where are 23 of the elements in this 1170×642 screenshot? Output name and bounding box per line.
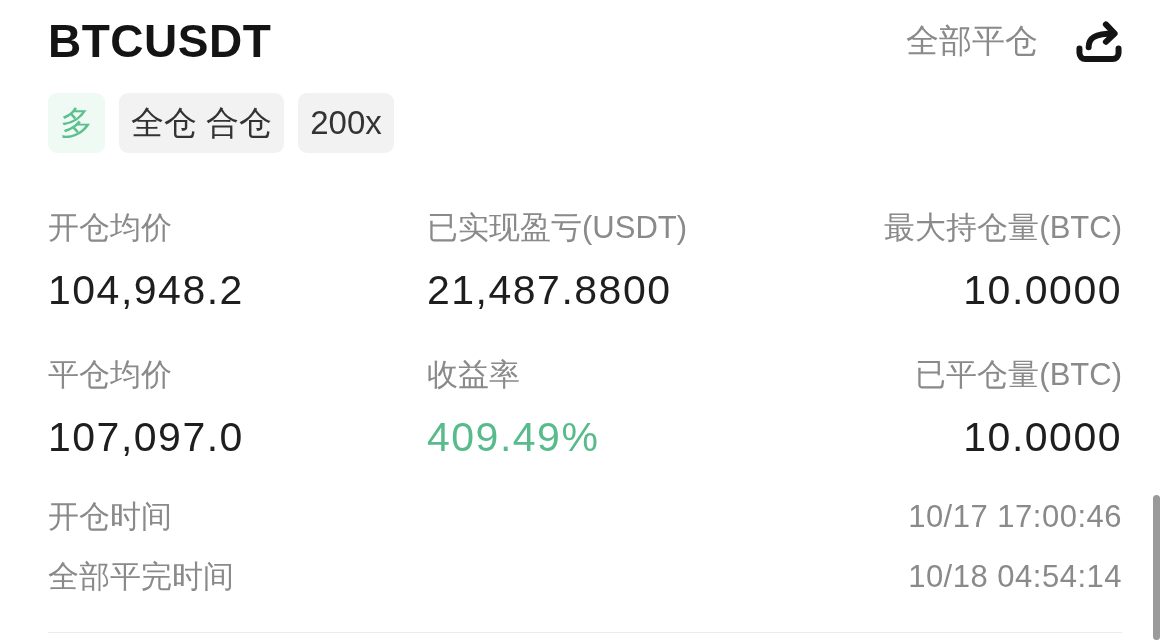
stat-label: 已实现盈亏(USDT) bbox=[427, 209, 688, 247]
share-icon[interactable] bbox=[1076, 19, 1122, 63]
time-value: 10/18 04:54:14 bbox=[908, 558, 1122, 596]
close-all-button[interactable]: 全部平仓 bbox=[906, 21, 1038, 61]
time-label: 全部平完时间 bbox=[48, 558, 234, 596]
stat-value: 409.49% bbox=[427, 413, 600, 462]
leverage-tag: 200x bbox=[298, 93, 394, 153]
stat-label: 已平仓量(BTC) bbox=[915, 356, 1122, 394]
stat-value: 10.0000 bbox=[963, 413, 1122, 462]
scrollbar[interactable] bbox=[1153, 495, 1160, 640]
stat-value: 10.0000 bbox=[963, 266, 1122, 315]
stat-label: 收益率 bbox=[427, 356, 520, 394]
stat-label: 开仓均价 bbox=[48, 209, 172, 247]
side-tag: 多 bbox=[48, 93, 105, 153]
stat-label: 最大持仓量(BTC) bbox=[884, 209, 1122, 247]
stat-value: 107,097.0 bbox=[48, 413, 244, 462]
time-value: 10/17 17:00:46 bbox=[908, 498, 1122, 536]
time-label: 开仓时间 bbox=[48, 498, 172, 536]
margin-mode-tag: 全仓 合仓 bbox=[119, 93, 285, 153]
stat-value: 104,948.2 bbox=[48, 266, 244, 315]
stat-label: 平仓均价 bbox=[48, 356, 172, 394]
symbol-title: BTCUSDT bbox=[48, 18, 272, 64]
stat-value: 21,487.8800 bbox=[427, 266, 672, 315]
